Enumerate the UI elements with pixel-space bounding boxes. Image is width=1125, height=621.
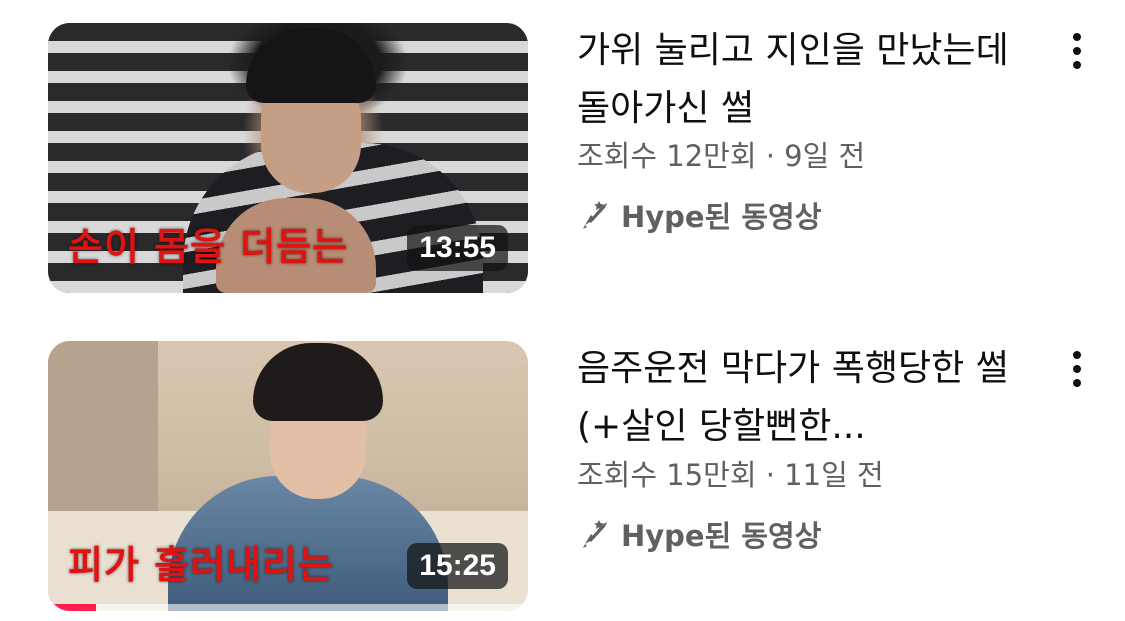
thumbnail-caption: 손이 몸을 더듬는 <box>68 225 349 269</box>
watch-progress-fill <box>48 604 96 611</box>
video-thumbnail[interactable]: 손이 몸을 더듬는 13:55 <box>48 23 528 293</box>
hype-rocket-icon <box>583 201 607 229</box>
duration-badge: 13:55 <box>407 225 508 271</box>
video-thumbnail[interactable]: 피가 흘러내리는 15:25 <box>48 341 528 611</box>
video-title[interactable]: 음주운전 막다가 폭행당한 썰 (+살인 당할뻔한... <box>577 340 1037 456</box>
hype-badge: Hype된 동영상 <box>577 513 821 555</box>
more-vert-icon[interactable] <box>1060 27 1094 75</box>
video-meta: 조회수 12만회 · 9일 전 <box>577 139 866 173</box>
hype-badge: Hype된 동영상 <box>577 194 821 236</box>
duration-badge: 15:25 <box>407 543 508 589</box>
thumbnail-caption: 피가 흘러내리는 <box>68 543 334 587</box>
video-title[interactable]: 가위 눌리고 지인을 만났는데 돌아가신 썰 <box>577 22 1037 138</box>
watch-progress-bar <box>48 604 528 611</box>
hype-label: Hype된 동영상 <box>621 519 822 553</box>
video-meta: 조회수 15만회 · 11일 전 <box>577 458 884 492</box>
hype-rocket-icon <box>583 520 607 548</box>
more-vert-icon[interactable] <box>1060 345 1094 393</box>
hype-label: Hype된 동영상 <box>621 200 822 234</box>
